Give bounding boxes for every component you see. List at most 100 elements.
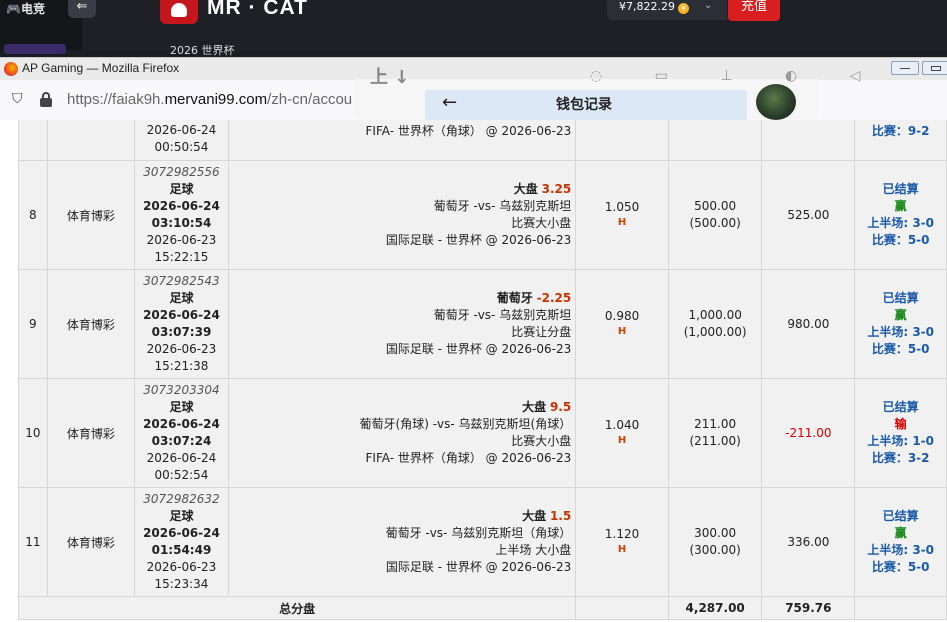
esports-label: 电竞: [20, 2, 45, 16]
recharge-button[interactable]: 充值: [728, 0, 780, 21]
bet-time: 00:50:54: [154, 140, 209, 154]
bet-history-content: 2026-06-24 00:50:54 FIFA- 世界杯（角球） @ 2026…: [0, 120, 947, 622]
half-score: 上半场: 3-0: [867, 543, 935, 557]
row-index: 8: [18, 160, 48, 270]
coin-icon: ¥: [677, 3, 689, 14]
winloss: 336.00: [761, 487, 856, 597]
promo-badge[interactable]: [4, 44, 66, 54]
match: 葡萄牙 -vs- 乌兹别克斯坦（角球）: [385, 526, 572, 540]
result: 赢: [894, 526, 907, 540]
bet-type: 比赛大小盘: [511, 434, 572, 448]
handicap: 1.5: [549, 509, 572, 523]
bet-history-table: 2026-06-24 00:50:54 FIFA- 世界杯（角球） @ 2026…: [17, 120, 947, 620]
stake: 300.00: [694, 526, 737, 540]
table-row: 9 体育博彩 3072982543 足球 2026-06-24 03:07:39…: [18, 269, 947, 379]
sport: 足球: [169, 509, 194, 523]
bet-date: 2026-06-23: [146, 560, 217, 574]
brand-logo[interactable]: [160, 0, 198, 24]
balance-value: ¥7,822.29: [619, 0, 675, 13]
total-stake: 4,287.00: [667, 596, 763, 620]
handicap: -2.25: [536, 291, 572, 305]
wallet-title: 钱包记录: [556, 97, 612, 113]
market-label: 葡萄牙: [496, 291, 533, 305]
firefox-icon: [4, 62, 18, 76]
stake: 211.00: [694, 417, 737, 431]
league: FIFA- 世界杯（角球） @ 2026-06-23: [365, 124, 572, 138]
url-field[interactable]: https://faiak9h.mervani99.com/zh-cn/acco…: [67, 91, 357, 108]
maximize-icon: [931, 66, 941, 71]
total-label: 总分盘: [17, 596, 577, 620]
winloss: 525.00: [761, 160, 856, 270]
odds-type: H: [617, 326, 627, 337]
chevron-down-icon[interactable]: ⌄: [704, 0, 712, 11]
handicap: 3.25: [541, 182, 572, 196]
avatar[interactable]: [756, 84, 796, 120]
bet-date: 2026-06-23: [146, 342, 217, 356]
result: 输: [894, 417, 907, 431]
url-prefix: https://faiak9h.: [67, 91, 165, 108]
minimize-button[interactable]: [891, 61, 919, 75]
maximize-button[interactable]: [922, 61, 947, 75]
table-row: 8 体育博彩 3072982556 足球 2026-06-24 03:10:54…: [18, 160, 947, 270]
odds-type: H: [617, 544, 627, 555]
tracking-shield-icon[interactable]: ⛉: [12, 91, 26, 107]
full-score: 比赛：3-2: [871, 451, 930, 465]
settle-time: 03:07:24: [151, 434, 212, 448]
row-index: 10: [18, 378, 48, 488]
stake-actual: (211.00): [689, 434, 741, 448]
row-index: 11: [18, 487, 48, 597]
total-winloss: 759.76: [761, 596, 856, 620]
bet-date: 2026-06-24: [146, 451, 217, 465]
settle-time: 03:10:54: [151, 216, 212, 230]
market-label: 大盘: [513, 182, 538, 196]
half-score: 上半场: 1-0: [867, 434, 935, 448]
bet-id: 3072982632: [143, 492, 220, 506]
match: 葡萄牙 -vs- 乌兹别克斯坦: [433, 199, 572, 213]
arrow-left-icon[interactable]: ←: [442, 92, 457, 113]
sport: 足球: [169, 400, 194, 414]
window-title: AP Gaming — Mozilla Firefox: [22, 61, 180, 75]
url-suffix: /zh-cn/accou: [267, 91, 353, 108]
stake: 500.00: [694, 199, 737, 213]
left-margin: [0, 120, 10, 622]
sport: 足球: [169, 182, 194, 196]
status-badge: 已结算: [882, 291, 919, 305]
settle-date: 2026-06-24: [143, 308, 220, 322]
lock-icon[interactable]: [40, 92, 52, 107]
league: FIFA- 世界杯（角球） @ 2026-06-23: [365, 451, 572, 465]
url-domain: mervani99.com: [164, 91, 268, 108]
row-index: 9: [18, 269, 48, 379]
full-score: 比赛：5-0: [871, 233, 930, 247]
bet-type: 比赛让分盘: [511, 325, 572, 339]
sport: 足球: [169, 291, 194, 305]
settle-date: 2026-06-24: [143, 417, 220, 431]
stake: 1,000.00: [688, 308, 742, 322]
half-score: 上半场: 3-0: [867, 325, 935, 339]
event-subtitle: 2026 世界杯: [170, 44, 235, 57]
bet-id: 3072982556: [143, 165, 220, 179]
minimize-icon: [900, 68, 910, 70]
odds: 1.040: [604, 418, 640, 432]
settle-date: 2026-06-24: [143, 199, 220, 213]
odds: 0.980: [604, 309, 640, 323]
status-badge: 已结算: [882, 182, 919, 196]
bet-id: 3072982543: [143, 274, 220, 288]
winloss: -211.00: [761, 378, 856, 488]
match: 葡萄牙(角球) -vs- 乌兹别克斯坦(角球）: [359, 417, 572, 431]
bet-time: 15:23:34: [154, 577, 209, 591]
table-row: 2026-06-24 00:50:54 FIFA- 世界杯（角球） @ 2026…: [18, 120, 947, 161]
handicap: 9.5: [549, 400, 572, 414]
status-badge: 已结算: [882, 509, 919, 523]
market-label: 大盘: [522, 400, 547, 414]
settle-time: 03:07:39: [151, 325, 212, 339]
league: 国际足联 - 世界杯 @ 2026-06-23: [385, 560, 572, 574]
odds: 1.050: [604, 200, 640, 214]
table-row: 10 体育博彩 3073203304 足球 2026-06-24 03:07:2…: [18, 378, 947, 488]
odds: 1.120: [604, 527, 640, 541]
bet-type: 上半场 大小盘: [495, 543, 572, 557]
back-button[interactable]: ⇐: [68, 0, 96, 18]
stake-actual: (500.00): [689, 216, 741, 230]
bet-category: 体育博彩: [46, 160, 136, 270]
esports-nav-item[interactable]: 🎮电竞: [6, 0, 45, 17]
wallet-faded-icons: ◌ ▭ ⊥ ◐ ◁: [590, 68, 885, 84]
